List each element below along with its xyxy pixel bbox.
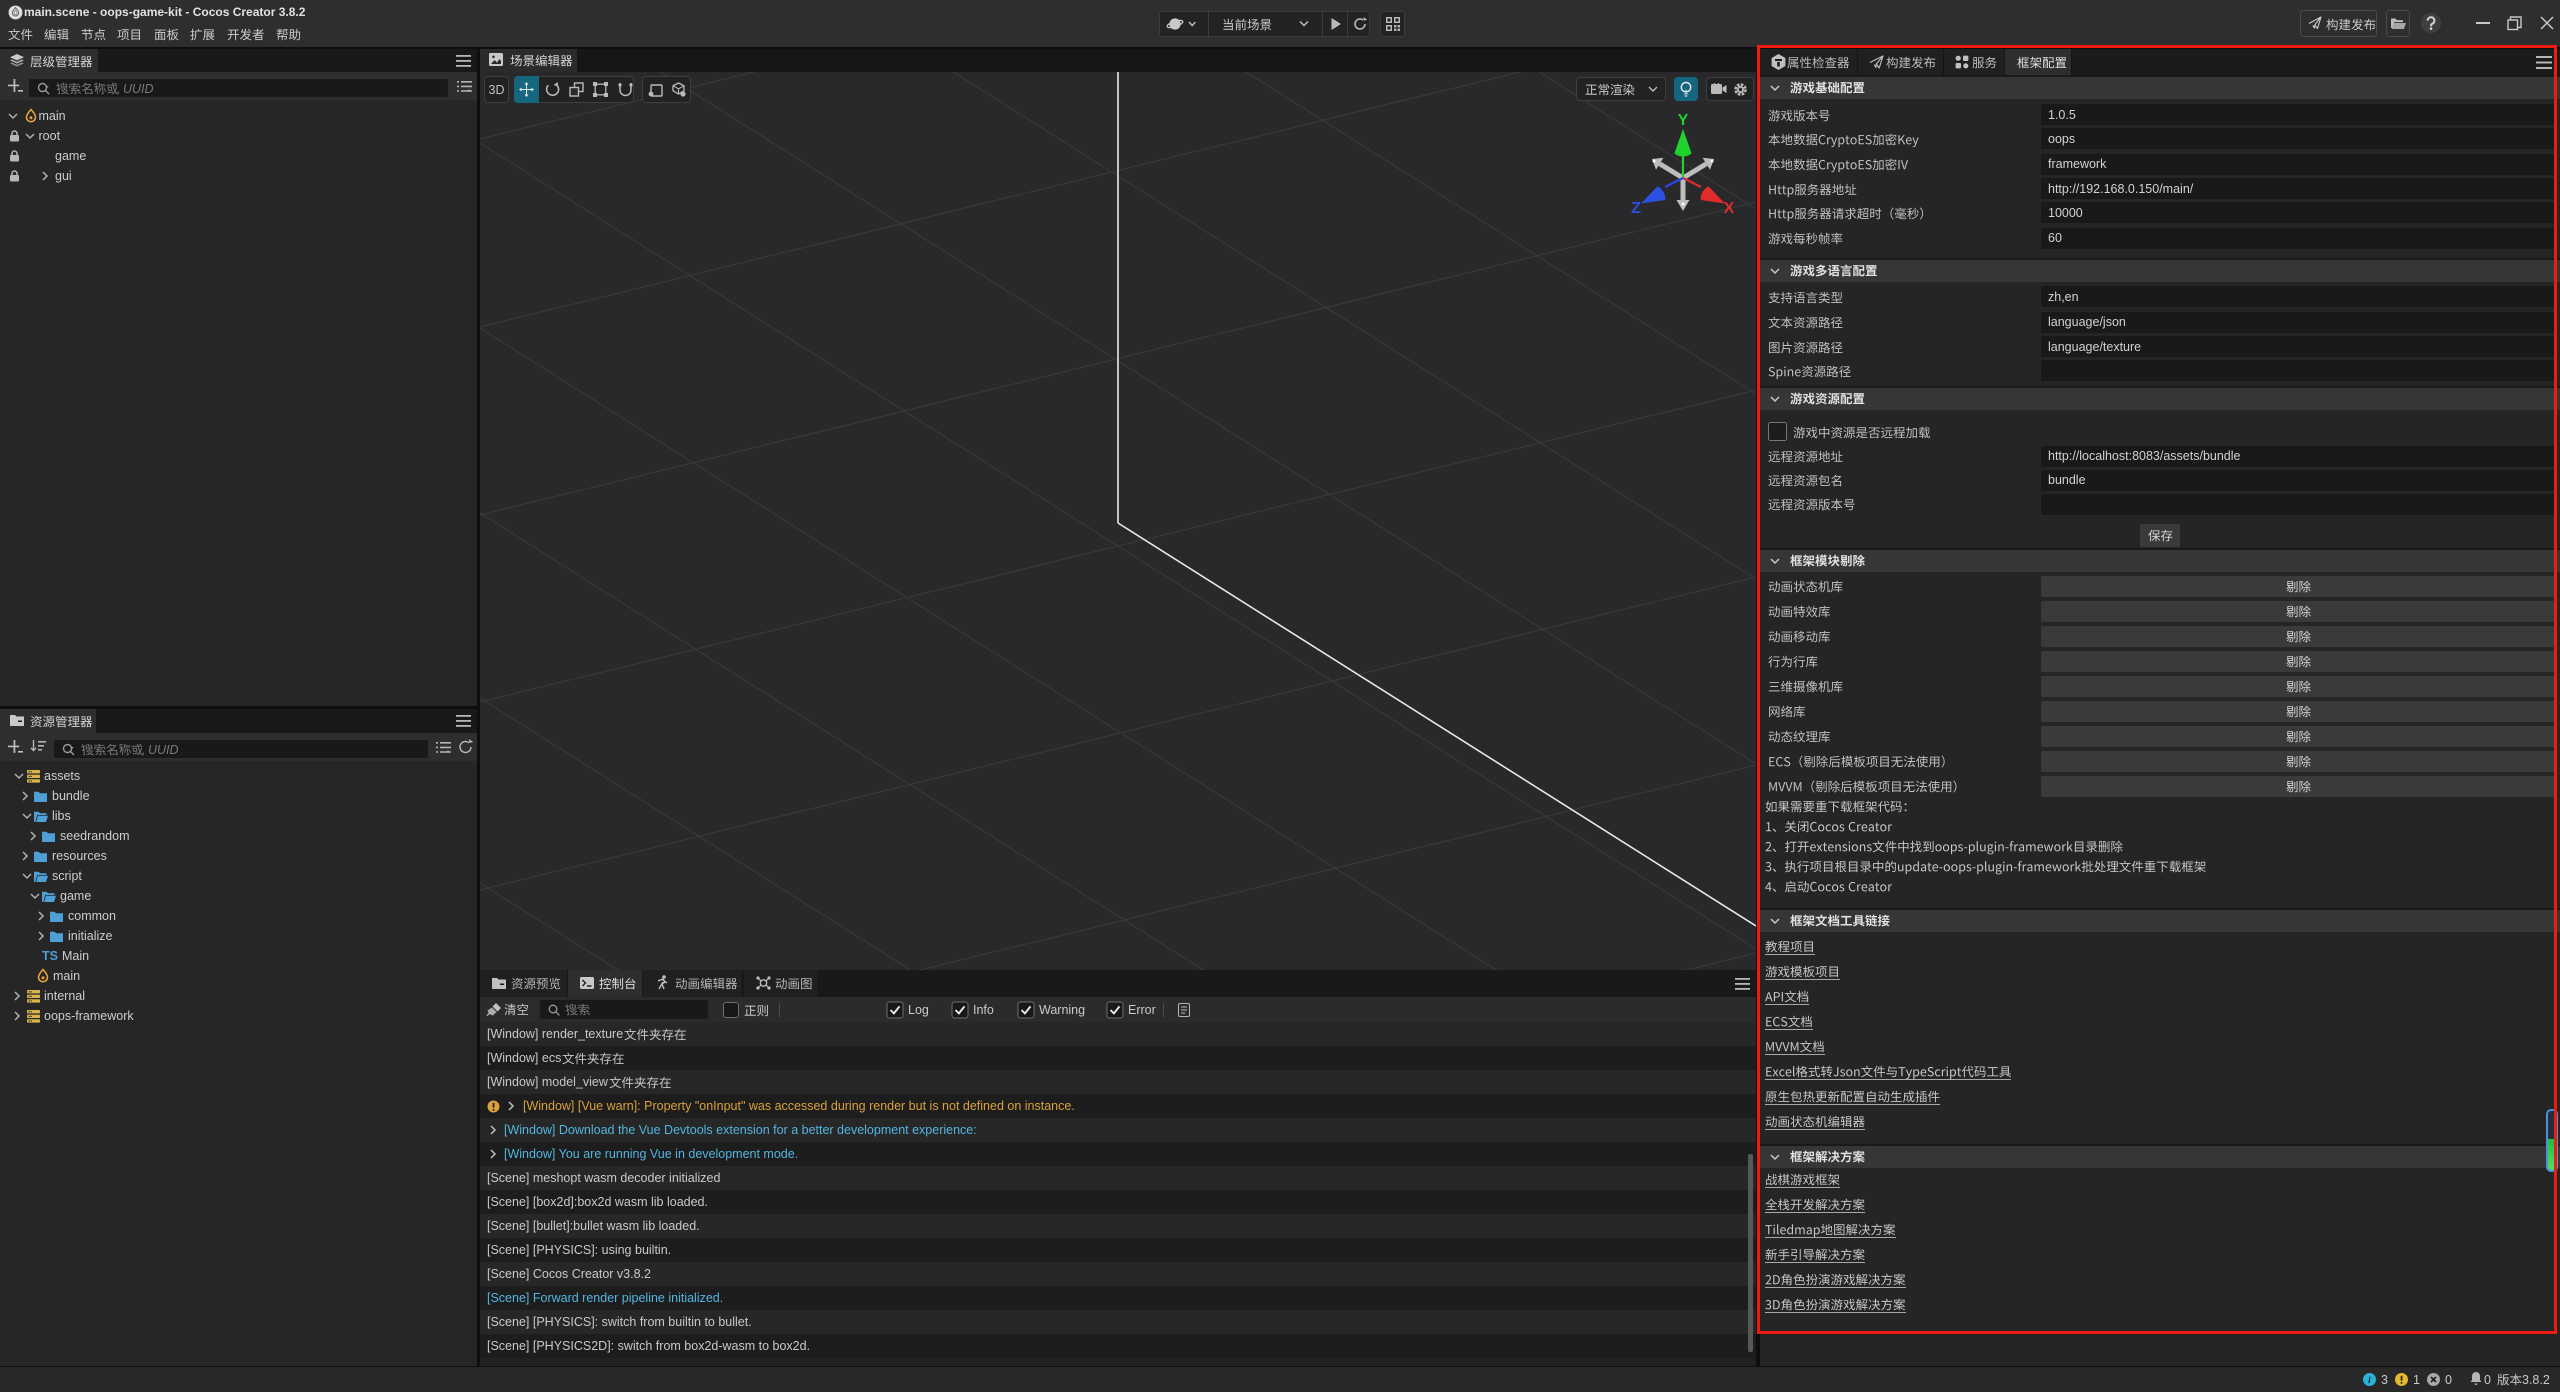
- svg-text:Z: Z: [1631, 200, 1641, 217]
- svg-text:X: X: [1724, 200, 1735, 217]
- svg-text:Y: Y: [1678, 112, 1689, 129]
- svg-text:i: i: [2368, 1376, 2371, 1386]
